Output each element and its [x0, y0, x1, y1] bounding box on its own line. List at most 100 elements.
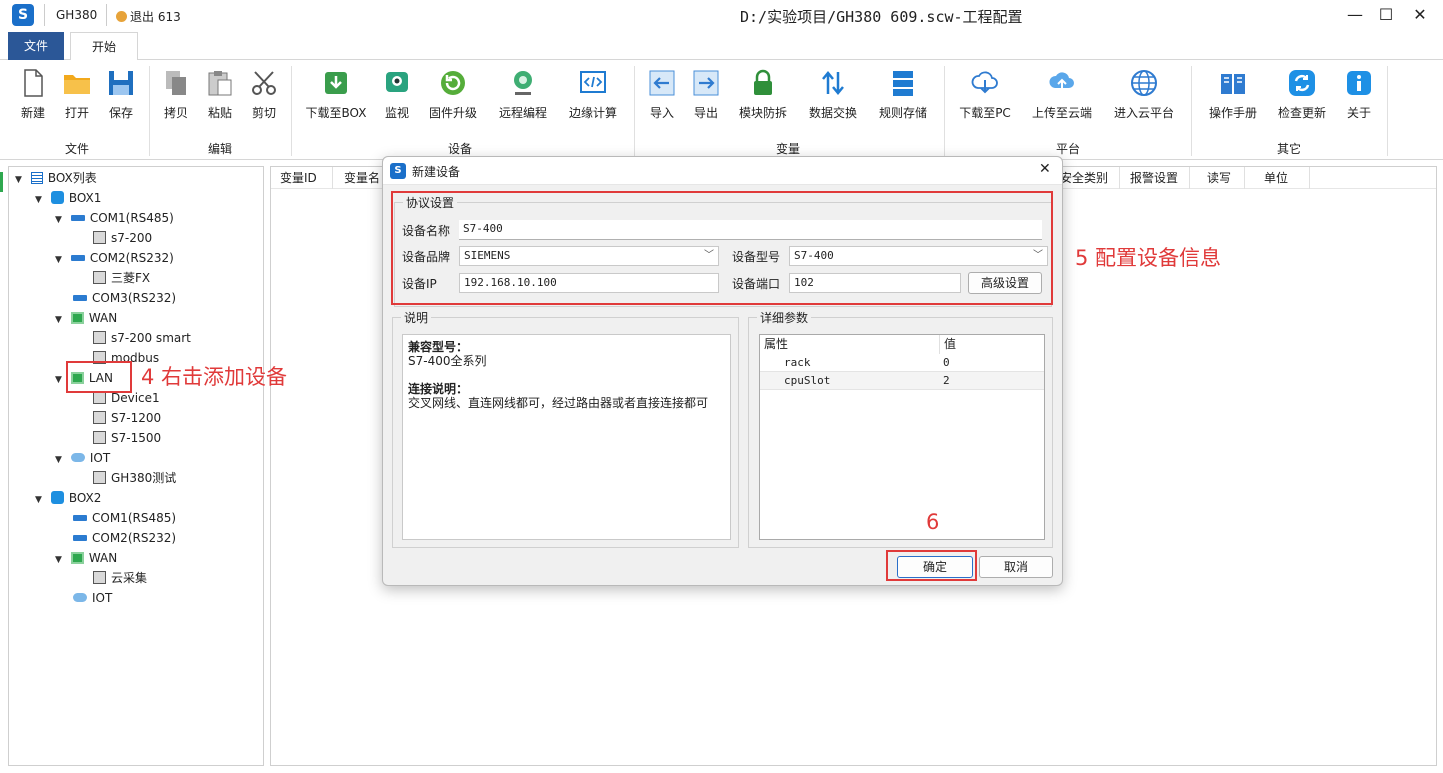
chevron-down-icon[interactable]: ▼ [55, 250, 67, 270]
about-label: 关于 [1346, 106, 1371, 120]
edge-computing-button[interactable]: 边缘计算 [565, 68, 621, 121]
download-box-label: 下载至BOX [305, 106, 367, 120]
data-exchange-button[interactable]: 数据交换 [803, 68, 863, 121]
export-button[interactable]: 导出 [678, 68, 734, 121]
param-value[interactable]: 0 [943, 354, 950, 372]
tree-box2-com1[interactable]: COM1(RS485) [73, 508, 176, 528]
table-row[interactable]: rack 0 [760, 354, 1044, 372]
tree-device-s7-200-smart[interactable]: s7-200 smart [93, 328, 191, 348]
params-header-property[interactable]: 属性 [760, 335, 940, 354]
side-indicator [0, 172, 3, 192]
monitor-icon [386, 72, 408, 92]
tree-device-s7-1200[interactable]: S7-1200 [93, 408, 161, 428]
firmware-upgrade-button[interactable]: 固件升级 [425, 68, 481, 121]
anti-dismantle-label: 模块防拆 [738, 106, 787, 120]
scissors-icon [252, 71, 276, 95]
serial-port-icon [73, 515, 87, 521]
manual-button[interactable]: 操作手册 [1203, 68, 1263, 121]
tree-label: Device1 [111, 391, 160, 405]
chevron-down-icon[interactable]: ▼ [55, 310, 67, 330]
tree-device-gh380-test[interactable]: GH380测试 [93, 468, 176, 488]
dialog-close-button[interactable]: ✕ [1039, 161, 1051, 177]
params-header-value[interactable]: 值 [940, 335, 1044, 354]
check-update-button[interactable]: 检查更新 [1272, 68, 1332, 121]
chevron-down-icon[interactable]: ▼ [35, 490, 47, 510]
database-icon [893, 71, 913, 96]
tree-device-cloud-collect[interactable]: 云采集 [93, 568, 147, 588]
column-header-var-id[interactable]: 变量ID [271, 167, 333, 189]
column-header-rw[interactable]: 读写 [1191, 167, 1245, 189]
box-icon [50, 191, 64, 204]
tree-box1[interactable]: ▼ BOX1 [35, 188, 101, 208]
tree-box2-com2[interactable]: COM2(RS232) [73, 528, 176, 548]
box-tree-panel: ▼ BOX列表 ▼ BOX1 ▼ COM1(RS485) s7-200 ▼ CO… [8, 166, 264, 766]
anti-dismantle-button[interactable]: 模块防拆 [733, 68, 793, 121]
column-header-unit[interactable]: 单位 [1246, 167, 1310, 189]
rule-storage-button[interactable]: 规则存储 [873, 68, 933, 121]
logout-label: 退出 613 [130, 10, 181, 24]
save-button[interactable]: 保存 [93, 68, 149, 121]
download-to-box-button[interactable]: 下载至BOX [300, 68, 372, 121]
chevron-down-icon[interactable]: ▼ [55, 210, 67, 230]
main-window: S GH380 退出 613 D:/实验项目/GH380 609.scw-工程配… [0, 0, 1443, 773]
upload-to-cloud-button[interactable]: 上传至云端 [1025, 68, 1099, 121]
params-table: 属性 值 rack 0 cpuSlot 2 [759, 334, 1045, 540]
network-port-icon [70, 552, 84, 564]
annotation-step4: 4 右击添加设备 [141, 365, 288, 389]
tree-device-s7-1500[interactable]: S7-1500 [93, 428, 161, 448]
tree-label: IOT [92, 591, 113, 605]
compat-value: S7-400全系列 [408, 354, 487, 368]
monitor-label: 监视 [384, 106, 409, 120]
chevron-down-icon[interactable]: ▼ [55, 550, 67, 570]
app-logo-icon: S [390, 163, 406, 179]
table-row[interactable]: cpuSlot 2 [760, 372, 1044, 390]
tree-label: COM1(RS485) [89, 211, 174, 225]
param-name: cpuSlot [784, 374, 831, 387]
import-icon [649, 70, 675, 96]
cut-button[interactable]: 剪切 [236, 68, 292, 121]
monitor-button[interactable]: 监视 [369, 68, 425, 121]
remote-label: 远程编程 [498, 106, 547, 120]
tab-start[interactable]: 开始 [70, 32, 138, 61]
download-to-pc-button[interactable]: 下载至PC [955, 68, 1015, 121]
group-label-device: 设备 [447, 142, 472, 156]
cancel-button[interactable]: 取消 [979, 556, 1053, 578]
chevron-down-icon[interactable]: ▼ [35, 190, 47, 210]
about-button[interactable]: 关于 [1331, 68, 1387, 121]
chevron-down-icon[interactable]: ▼ [15, 170, 27, 190]
tree-iot[interactable]: ▼ IOT [55, 448, 110, 468]
tree-device-s7-200[interactable]: s7-200 [93, 228, 152, 248]
tree-box2-iot[interactable]: IOT [73, 588, 112, 608]
param-value[interactable]: 2 [943, 372, 950, 390]
description-legend: 说明 [401, 309, 432, 326]
maximize-button[interactable]: ☐ [1369, 3, 1403, 27]
folder-icon [64, 75, 90, 94]
tree-box2[interactable]: ▼ BOX2 [35, 488, 101, 508]
tree-label: WAN [88, 311, 118, 325]
remote-programming-button[interactable]: 远程编程 [495, 68, 551, 121]
tree-box2-wan[interactable]: ▼ WAN [55, 548, 117, 568]
list-icon [30, 172, 43, 184]
tree-label: GH380测试 [111, 471, 177, 485]
tree-label: COM2(RS232) [89, 251, 174, 265]
tree-root[interactable]: ▼ BOX列表 [15, 168, 97, 188]
open-label: 打开 [64, 106, 89, 120]
tree-com1[interactable]: ▼ COM1(RS485) [55, 208, 174, 228]
tree-label: BOX2 [68, 491, 102, 505]
new-label: 新建 [20, 106, 45, 120]
enter-cloud-platform-button[interactable]: 进入云平台 [1108, 68, 1180, 121]
title-bar: S GH380 退出 613 D:/实验项目/GH380 609.scw-工程配… [0, 0, 1443, 30]
tab-file[interactable]: 文件 [8, 32, 64, 60]
column-header-alarm[interactable]: 报警设置 [1121, 167, 1190, 189]
tree-com2[interactable]: ▼ COM2(RS232) [55, 248, 174, 268]
sync-icon [1289, 70, 1315, 96]
tree-wan[interactable]: ▼ WAN [55, 308, 117, 328]
logout-button[interactable]: 退出 613 [116, 8, 181, 25]
tree-device-mitsubishi[interactable]: 三菱FX [93, 268, 150, 288]
project-name[interactable]: GH380 [56, 8, 97, 22]
close-button[interactable]: ✕ [1403, 3, 1437, 27]
minimize-button[interactable]: — [1338, 3, 1372, 27]
tree-com3[interactable]: COM3(RS232) [73, 288, 176, 308]
box-icon [50, 491, 64, 504]
chevron-down-icon[interactable]: ▼ [55, 450, 67, 470]
